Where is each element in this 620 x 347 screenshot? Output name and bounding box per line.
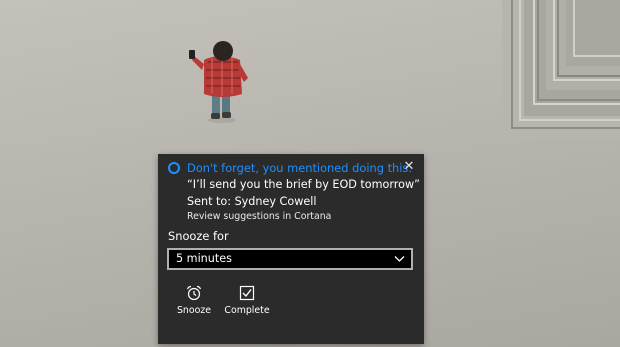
snooze-for-label: Snooze for [168,229,229,243]
building-steps-decoration [502,0,620,138]
notification-toast: Don't forget, you mentioned doing this. … [158,154,424,344]
desktop-background: Don't forget, you mentioned doing this. … [0,0,620,347]
review-suggestions-text: Review suggestions in Cortana [187,211,332,222]
complete-button-label: Complete [224,305,270,316]
complete-button[interactable]: Complete [224,285,270,321]
notification-title: Don't forget, you mentioned doing this. [187,161,412,175]
cortana-circle-icon [168,162,180,174]
chevron-down-icon [394,256,405,262]
snooze-button[interactable]: Snooze [172,285,216,321]
reminder-quote: “I’ll send you the brief by EOD tomorrow… [187,178,420,191]
snooze-button-label: Snooze [176,305,212,316]
alarm-clock-icon [186,285,202,301]
close-icon[interactable]: ✕ [402,160,416,174]
checkbox-icon [239,285,255,301]
snooze-duration-dropdown[interactable]: 5 minutes [167,248,413,270]
sent-to-text: Sent to: Sydney Cowell [187,195,317,208]
snooze-selected-value: 5 minutes [176,252,232,265]
person-walking-image [189,41,248,123]
